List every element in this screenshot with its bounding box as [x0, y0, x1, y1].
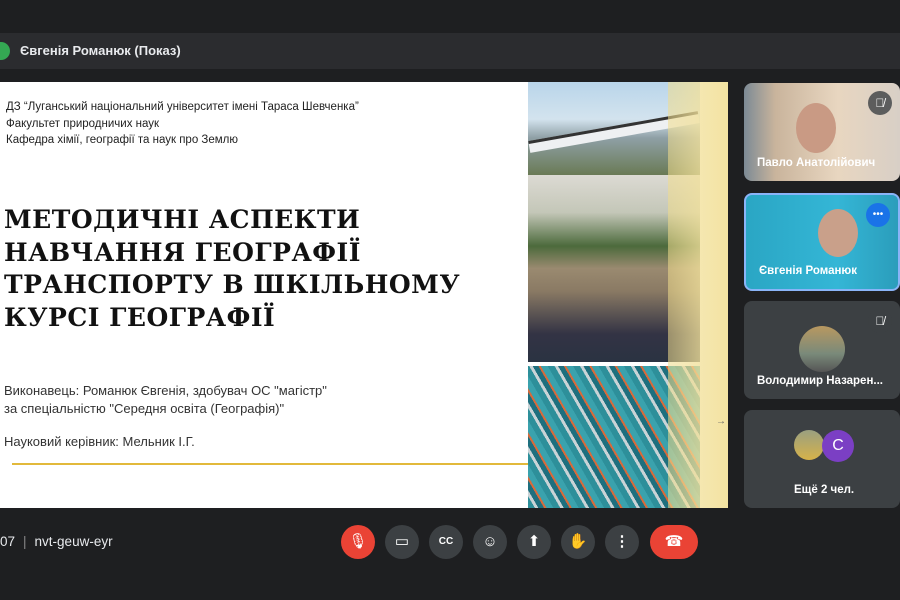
- end-call-icon: ☎: [664, 533, 684, 550]
- more-options-button[interactable]: ⋮: [605, 525, 639, 559]
- mic-off-button[interactable]: 🎙: [341, 525, 375, 559]
- mic-off-icon: 🎙̸: [868, 309, 892, 333]
- mic-off-icon: 🎙: [348, 533, 368, 550]
- supervisor-text: Науковий керівник: Мельник І.Г.: [4, 434, 195, 449]
- presenter-bar: Євгенія Романюк (Показ): [0, 33, 900, 69]
- meeting-code[interactable]: nvt-geuw-eyr: [35, 534, 113, 549]
- avatar: [799, 326, 845, 372]
- raise-hand-button[interactable]: ✋: [561, 525, 595, 559]
- separator: |: [23, 534, 27, 549]
- speaking-icon: •••: [866, 203, 890, 227]
- meeting-time: 07: [0, 534, 16, 549]
- slide-title: МЕТОДИЧНІ АСПЕКТИ НАВЧАННЯ ГЕОГРАФІЇ ТРА…: [4, 204, 460, 334]
- participant-name: Павло Анатолійович: [757, 157, 876, 169]
- title-line: ТРАНСПОРТУ В ШКІЛЬНОМУ: [4, 270, 461, 299]
- emoji-button[interactable]: ☺: [473, 525, 507, 559]
- participant-video: [818, 209, 858, 257]
- more-vert-icon: ⋮: [614, 533, 630, 550]
- avatar: [794, 430, 824, 460]
- camera-button[interactable]: ▭: [385, 525, 419, 559]
- captions-button[interactable]: CC: [429, 525, 463, 559]
- participant-tile[interactable]: 🎙̸ Володимир Назарен...: [744, 301, 900, 399]
- decorative-strip: [668, 82, 728, 508]
- title-line: МЕТОДИЧНІ АСПЕКТИ: [4, 205, 361, 234]
- divider-line: [12, 463, 528, 465]
- participant-tile[interactable]: 🎙̸ Павло Анатолійович: [744, 83, 900, 181]
- participant-name: Євгенія Романюк: [759, 265, 858, 277]
- meeting-info: 07 | nvt-geuw-eyr: [0, 534, 113, 549]
- end-call-button[interactable]: ☎: [650, 525, 698, 559]
- present-icon: ⬆: [527, 533, 541, 550]
- institution-line: ДЗ “Луганський національний університет …: [6, 101, 359, 113]
- author-text: Виконавець: Романюк Євгенія, здобувач ОС…: [4, 382, 327, 418]
- faculty-line: Факультет природничих наук: [6, 117, 160, 130]
- more-participants-label: Ещё 2 чел.: [794, 484, 855, 496]
- specialty-line: за спеціальністю "Середня освіта (Геогра…: [4, 401, 285, 416]
- department-line: Кафедра хімії, географії та наук про Зем…: [6, 134, 238, 146]
- title-line: КУРСІ ГЕОГРАФІЇ: [4, 302, 276, 332]
- present-button[interactable]: ⬆: [517, 525, 551, 559]
- participant-name: Володимир Назарен...: [757, 375, 883, 387]
- shared-slide: ДЗ “Луганський національний університет …: [0, 82, 728, 508]
- participant-tile-active[interactable]: ••• Євгенія Романюк: [744, 193, 900, 291]
- presenter-indicator-icon: [0, 42, 10, 60]
- institution-text: ДЗ “Луганський національний університет …: [6, 99, 359, 149]
- emoji-icon: ☺: [482, 533, 498, 550]
- title-line: НАВЧАННЯ ГЕОГРАФІЇ: [4, 237, 361, 267]
- presenter-label: Євгенія Романюк (Показ): [20, 43, 181, 58]
- camera-icon: ▭: [394, 533, 410, 550]
- more-participants-tile[interactable]: C Ещё 2 чел.: [744, 410, 900, 508]
- participant-video: [796, 103, 836, 153]
- hand-icon: ✋: [568, 533, 588, 550]
- avatar-letter: C: [822, 430, 854, 462]
- next-slide-arrow-icon[interactable]: →: [716, 416, 726, 427]
- captions-icon: CC: [438, 536, 454, 547]
- author-line: Виконавець: Романюк Євгенія, здобувач ОС…: [4, 383, 327, 398]
- mic-off-icon: 🎙̸: [868, 91, 892, 115]
